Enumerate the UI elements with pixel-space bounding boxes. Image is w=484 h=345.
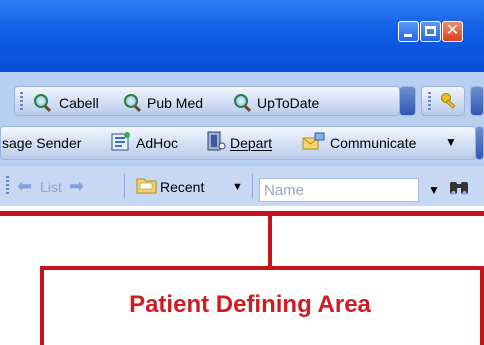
toolbar-grip[interactable] xyxy=(428,92,431,112)
callout-box-left xyxy=(40,266,44,345)
forward-arrow-icon[interactable]: ➡ xyxy=(69,177,84,195)
recent-dropdown-arrow[interactable]: ▼ xyxy=(232,178,243,196)
callout-box-right xyxy=(480,266,484,345)
separator xyxy=(252,174,253,198)
magnifier-icon xyxy=(234,94,248,108)
pubmed-button[interactable]: Pub Med xyxy=(147,94,203,112)
toolbar-overflow-chevron[interactable] xyxy=(475,126,484,160)
close-button[interactable]: ✕ xyxy=(442,20,463,42)
adhoc-button[interactable]: AdHoc xyxy=(136,134,178,152)
callout-box-top xyxy=(40,266,484,270)
toolbar-row-actions: sage Sender AdHoc Depart Communicate ▼ xyxy=(0,122,484,166)
communicate-icon xyxy=(302,132,325,150)
magnifier-icon xyxy=(34,94,48,108)
toolbar-overflow-chevron[interactable] xyxy=(470,86,484,116)
name-dropdown-arrow[interactable]: ▼ xyxy=(428,181,440,199)
depart-icon xyxy=(207,131,226,151)
minimize-icon xyxy=(404,34,412,37)
cabell-button[interactable]: Cabell xyxy=(59,94,99,112)
communicate-button[interactable]: Communicate xyxy=(330,134,416,152)
patient-name-input[interactable] xyxy=(259,178,419,202)
callout-bracket-line xyxy=(0,211,484,216)
title-bar: ✕ xyxy=(0,0,484,72)
binoculars-icon[interactable] xyxy=(448,178,470,198)
folder-icon xyxy=(136,178,157,194)
adhoc-icon xyxy=(111,132,130,151)
message-sender-button[interactable]: sage Sender xyxy=(2,134,81,152)
toolbar-row-references: Cabell Pub Med UpToDate xyxy=(0,72,484,122)
list-button[interactable]: List xyxy=(40,178,62,196)
toolbar-grip[interactable] xyxy=(20,92,23,112)
recent-button[interactable]: Recent xyxy=(160,178,204,196)
close-icon: ✕ xyxy=(445,20,460,39)
back-arrow-icon[interactable]: ⬅ xyxy=(17,177,32,195)
minimize-button[interactable] xyxy=(398,21,419,42)
separator xyxy=(124,174,125,198)
maximize-button[interactable] xyxy=(420,21,441,42)
maximize-icon xyxy=(425,26,436,36)
magnifier-icon xyxy=(124,94,138,108)
depart-button[interactable]: Depart xyxy=(230,134,272,152)
toolbar-grip[interactable] xyxy=(6,176,9,196)
uptodate-button[interactable]: UpToDate xyxy=(257,94,319,112)
callout-label: Patient Defining Area xyxy=(129,291,371,318)
toolbar-overflow-chevron[interactable] xyxy=(399,86,416,116)
communicate-dropdown-arrow[interactable]: ▼ xyxy=(445,133,457,151)
key-icon[interactable] xyxy=(440,92,458,110)
callout-connector-line xyxy=(268,216,272,268)
